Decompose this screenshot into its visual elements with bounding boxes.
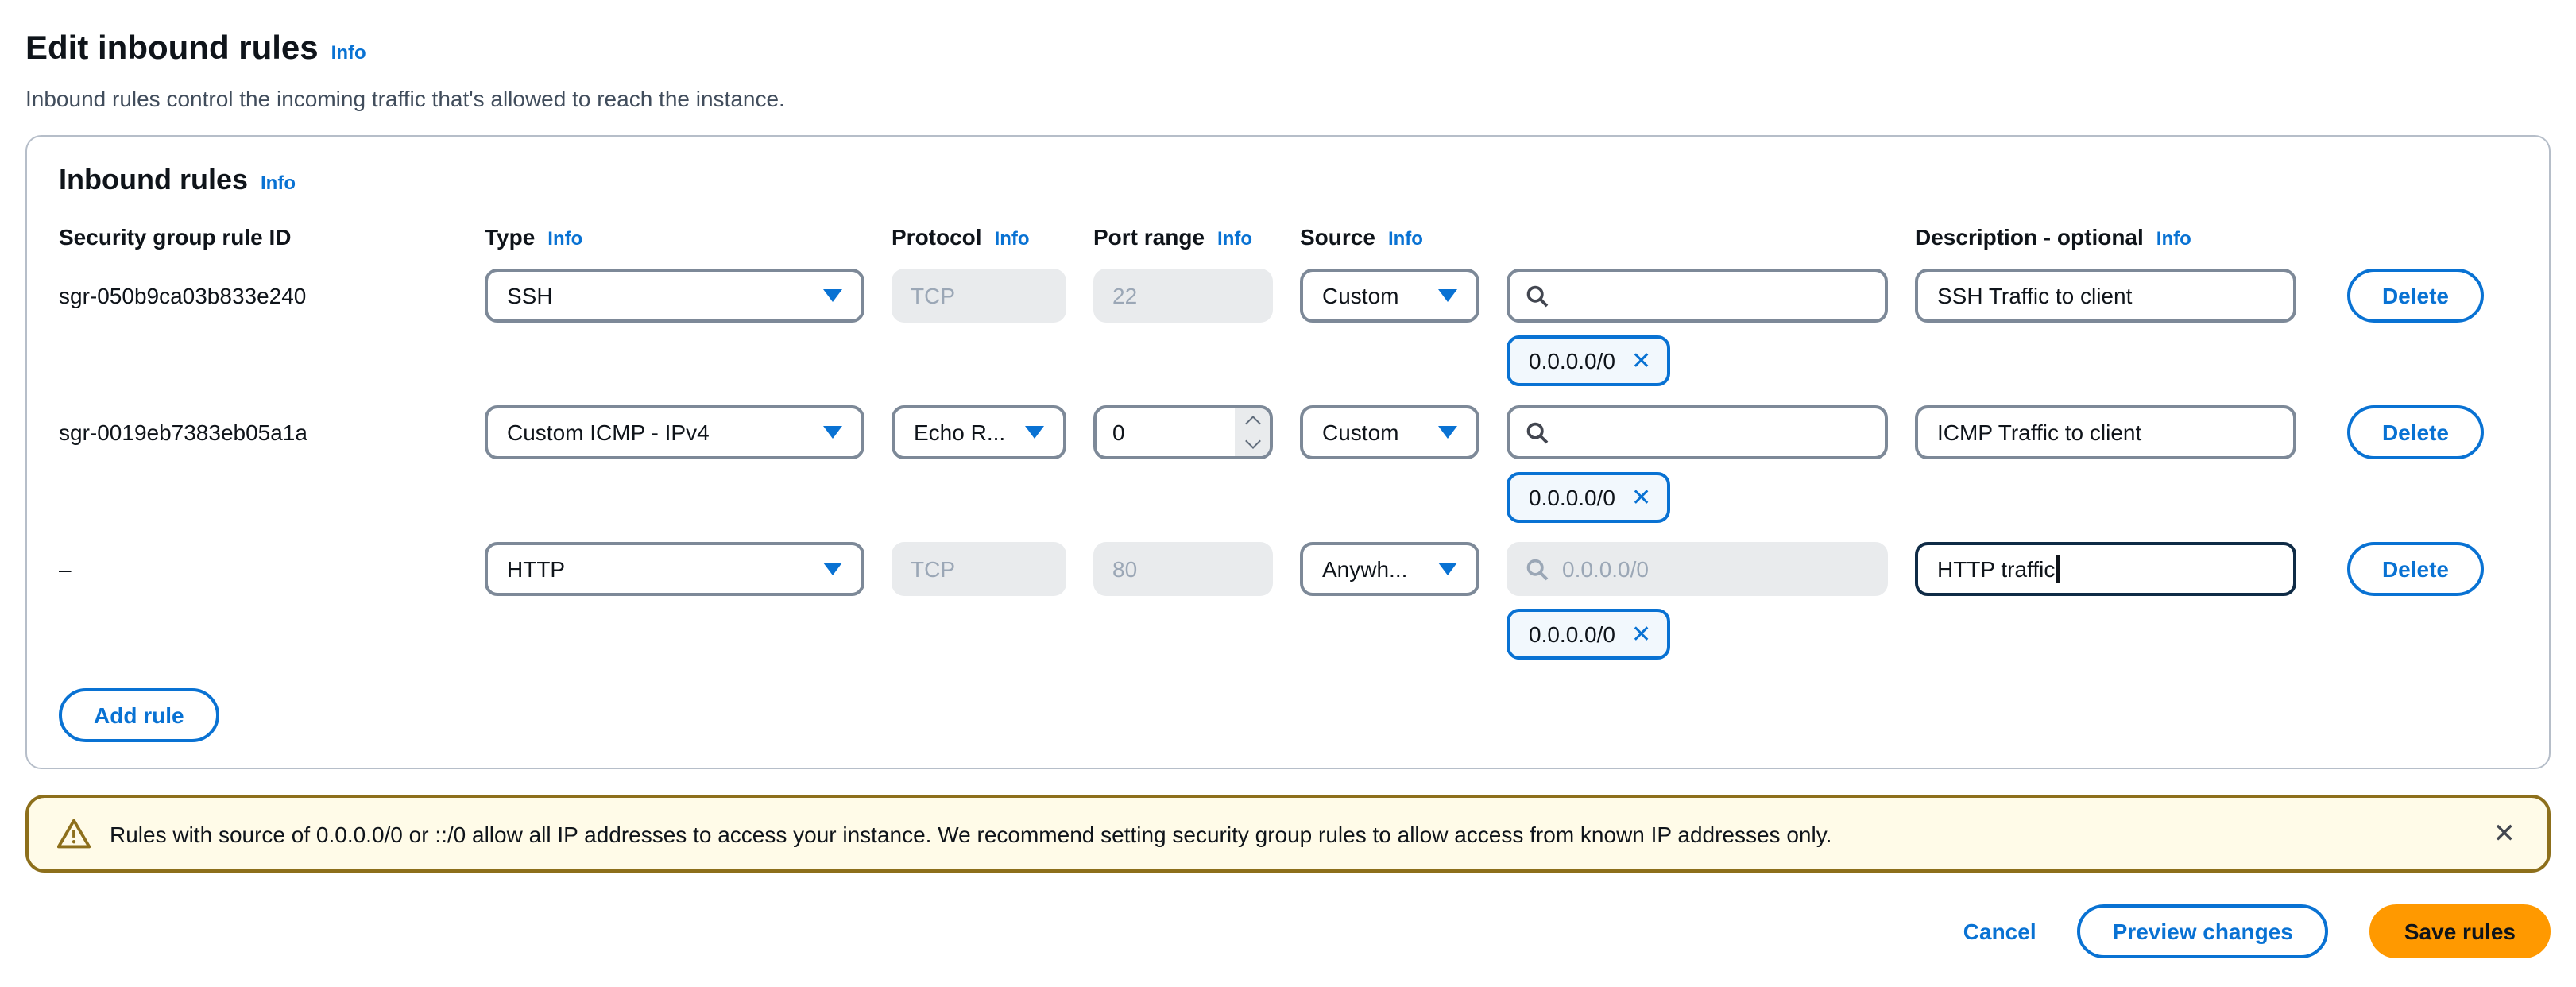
port-range-info-link[interactable]: Info bbox=[1217, 227, 1252, 250]
remove-source-token-icon[interactable]: ✕ bbox=[1631, 349, 1651, 373]
footer-actions: Cancel Preview changes Save rules bbox=[25, 904, 2551, 958]
page-title-info-link[interactable]: Info bbox=[331, 41, 366, 64]
search-icon bbox=[1526, 284, 1549, 308]
add-rule-button[interactable]: Add rule bbox=[59, 688, 219, 742]
chevron-down-icon bbox=[1438, 289, 1457, 302]
source-token-value: 0.0.0.0/0 bbox=[1529, 485, 1615, 510]
edit-inbound-rules-page: Edit inbound rules Info Inbound rules co… bbox=[0, 0, 2576, 987]
page-title: Edit inbound rules bbox=[25, 29, 319, 70]
save-rules-button[interactable]: Save rules bbox=[2369, 904, 2551, 958]
chevron-down-icon bbox=[823, 289, 842, 302]
delete-rule-button[interactable]: Delete bbox=[2347, 269, 2484, 323]
type-select[interactable]: Custom ICMP - IPv4 bbox=[485, 405, 864, 459]
table-header-row: Security group rule ID TypeInfo Protocol… bbox=[59, 224, 2517, 250]
rule-row-http: – HTTP TCP 80 Anywh... 0.0.0.0/0 HTTP tr… bbox=[59, 542, 2517, 660]
page-subtitle: Inbound rules control the incoming traff… bbox=[25, 84, 2551, 113]
column-header-source: SourceInfo bbox=[1300, 224, 1479, 250]
rule-row-icmp: sgr-0019eb7383eb05a1a Custom ICMP - IPv4… bbox=[59, 405, 2517, 523]
panel-title-info-link[interactable]: Info bbox=[261, 172, 296, 194]
cancel-button[interactable]: Cancel bbox=[1963, 919, 2036, 944]
port-range-field-disabled: 22 bbox=[1093, 269, 1273, 323]
page-header: Edit inbound rules Info bbox=[25, 29, 2551, 70]
column-header-type: TypeInfo bbox=[485, 224, 864, 250]
chevron-down-icon bbox=[823, 563, 842, 575]
source-mode-select[interactable]: Custom bbox=[1300, 269, 1479, 323]
source-info-link[interactable]: Info bbox=[1388, 227, 1423, 250]
rule-id: – bbox=[59, 556, 458, 582]
description-input[interactable]: SSH Traffic to client bbox=[1915, 269, 2296, 323]
preview-changes-button[interactable]: Preview changes bbox=[2078, 904, 2328, 958]
chevron-down-icon bbox=[1244, 433, 1260, 449]
text-cursor bbox=[2056, 555, 2059, 583]
source-search-input[interactable] bbox=[1507, 269, 1888, 323]
remove-source-token-icon[interactable]: ✕ bbox=[1631, 486, 1651, 509]
description-info-link[interactable]: Info bbox=[2156, 227, 2191, 250]
chevron-down-icon bbox=[1025, 426, 1044, 439]
source-token-value: 0.0.0.0/0 bbox=[1529, 621, 1615, 647]
port-range-stepper[interactable]: 0 bbox=[1093, 405, 1273, 459]
source-search-input-disabled: 0.0.0.0/0 bbox=[1507, 542, 1888, 596]
chevron-up-icon bbox=[1244, 416, 1260, 432]
warning-text: Rules with source of 0.0.0.0/0 or ::/0 a… bbox=[110, 819, 1831, 848]
column-header-port-range: Port rangeInfo bbox=[1093, 224, 1273, 250]
type-select[interactable]: HTTP bbox=[485, 542, 864, 596]
close-icon[interactable]: ✕ bbox=[2490, 817, 2520, 850]
warning-banner: Rules with source of 0.0.0.0/0 or ::/0 a… bbox=[25, 795, 2551, 873]
source-token-value: 0.0.0.0/0 bbox=[1529, 348, 1615, 374]
chevron-down-icon bbox=[1438, 426, 1457, 439]
rule-id: sgr-050b9ca03b833e240 bbox=[59, 283, 458, 308]
description-input[interactable]: ICMP Traffic to client bbox=[1915, 405, 2296, 459]
rule-row-ssh: sgr-050b9ca03b833e240 SSH TCP 22 Custom … bbox=[59, 269, 2517, 386]
warning-triangle-icon bbox=[57, 817, 91, 850]
source-mode-select[interactable]: Anywh... bbox=[1300, 542, 1479, 596]
source-search-placeholder: 0.0.0.0/0 bbox=[1562, 556, 1649, 582]
panel-title: Inbound rules bbox=[59, 162, 248, 199]
protocol-select[interactable]: Echo R... bbox=[892, 405, 1066, 459]
source-search-input[interactable] bbox=[1507, 405, 1888, 459]
protocol-info-link[interactable]: Info bbox=[995, 227, 1030, 250]
search-icon bbox=[1526, 557, 1549, 581]
source-token: 0.0.0.0/0 ✕ bbox=[1507, 335, 1670, 386]
type-info-link[interactable]: Info bbox=[547, 227, 582, 250]
stepper-buttons[interactable] bbox=[1235, 408, 1270, 456]
search-icon bbox=[1526, 420, 1549, 444]
protocol-field-disabled: TCP bbox=[892, 269, 1066, 323]
inbound-rules-panel: Inbound rules Info Security group rule I… bbox=[25, 135, 2551, 769]
rule-id: sgr-0019eb7383eb05a1a bbox=[59, 420, 458, 445]
column-header-rule-id: Security group rule ID bbox=[59, 224, 458, 250]
delete-rule-button[interactable]: Delete bbox=[2347, 405, 2484, 459]
remove-source-token-icon[interactable]: ✕ bbox=[1631, 622, 1651, 646]
protocol-field-disabled: TCP bbox=[892, 542, 1066, 596]
delete-rule-button[interactable]: Delete bbox=[2347, 542, 2484, 596]
source-token: 0.0.0.0/0 ✕ bbox=[1507, 609, 1670, 660]
description-input-focused[interactable]: HTTP traffic bbox=[1915, 542, 2296, 596]
port-range-value[interactable]: 0 bbox=[1097, 408, 1235, 456]
source-mode-select[interactable]: Custom bbox=[1300, 405, 1479, 459]
column-header-protocol: ProtocolInfo bbox=[892, 224, 1066, 250]
type-select[interactable]: SSH bbox=[485, 269, 864, 323]
source-token: 0.0.0.0/0 ✕ bbox=[1507, 472, 1670, 523]
column-header-description: Description - optionalInfo bbox=[1915, 224, 2296, 250]
chevron-down-icon bbox=[1438, 563, 1457, 575]
chevron-down-icon bbox=[823, 426, 842, 439]
port-range-field-disabled: 80 bbox=[1093, 542, 1273, 596]
